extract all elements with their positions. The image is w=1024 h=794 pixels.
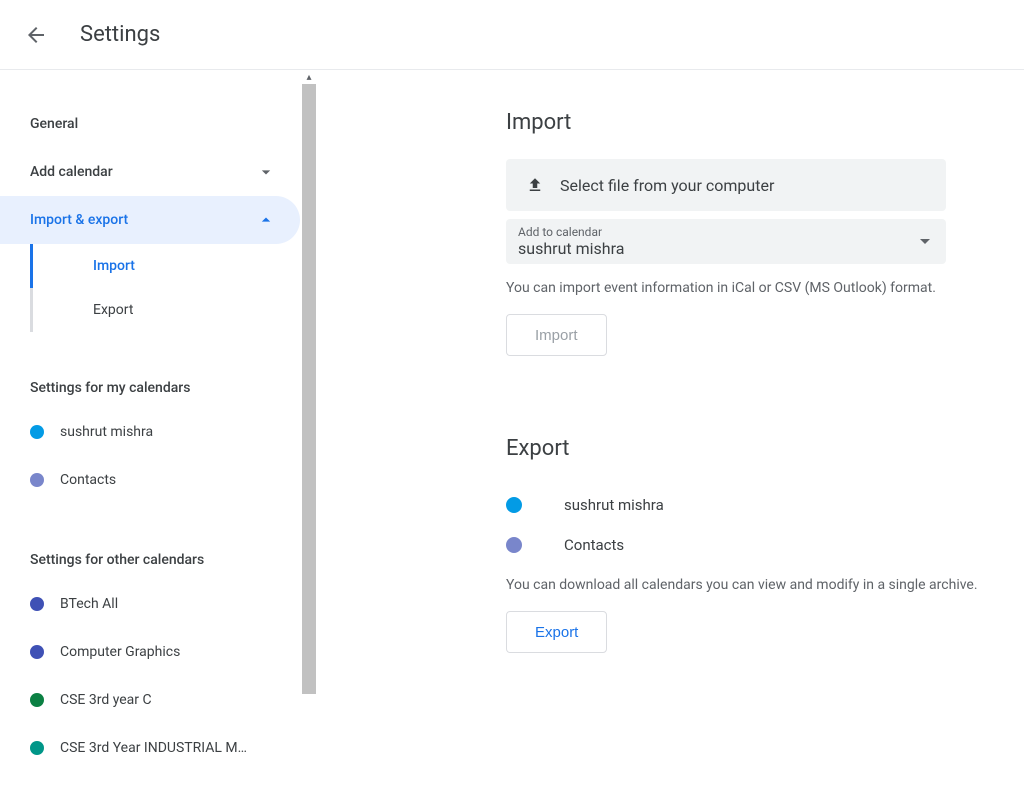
calendar-dot-icon [30,425,44,439]
export-cal-contacts: Contacts [506,525,1024,565]
back-button[interactable] [16,15,56,55]
export-cal-sushrut-label: sushrut mishra [564,496,664,514]
other-calendars-header: Settings for other calendars [0,504,300,580]
sidebar: General Add calendar Import & export Imp… [0,100,300,772]
nav-sub-export[interactable]: Export [30,288,300,332]
import-button[interactable]: Import [506,314,607,356]
export-section: Export sushrut mishra Contacts You can d… [506,436,1024,653]
nav-sub-import[interactable]: Import [30,244,300,288]
main-content: Import Select file from your computer Ad… [316,70,1024,794]
other-cal-graphics[interactable]: Computer Graphics [0,628,300,676]
my-calendars-header: Settings for my calendars [0,332,300,408]
import-hint: You can import event information in iCal… [506,280,1024,296]
calendar-dot-icon [30,645,44,659]
export-cal-sushrut: sushrut mishra [506,485,1024,525]
file-select-button[interactable]: Select file from your computer [506,159,946,211]
sidebar-scroll[interactable]: ▴ General Add calendar Import & export I… [0,70,316,794]
export-hint: You can download all calendars you can v… [506,577,1024,593]
import-section: Import Select file from your computer Ad… [506,110,1024,356]
nav-add-calendar-label: Add calendar [30,164,113,180]
my-cal-contacts-label: Contacts [60,472,116,488]
other-cal-btech-label: BTech All [60,596,118,612]
arrow-back-icon [24,23,48,47]
other-cal-btech[interactable]: BTech All [0,580,300,628]
my-cal-sushrut-label: sushrut mishra [60,424,153,440]
nav-import-export[interactable]: Import & export [0,196,300,244]
other-cal-cse3ind-label: CSE 3rd Year INDUSTRIAL M… [60,740,247,756]
calendar-dot-icon [30,597,44,611]
export-button[interactable]: Export [506,611,607,653]
calendar-dot-icon [30,693,44,707]
other-cal-cse3c[interactable]: CSE 3rd year C [0,676,300,724]
export-cal-contacts-label: Contacts [564,536,624,554]
calendar-dot-icon [506,537,522,553]
nav-sub-import-label: Import [93,258,135,274]
nav-general-label: General [30,116,78,132]
nav-sub-export-label: Export [93,302,133,318]
dropdown-label: Add to calendar [518,225,624,239]
other-cal-cse3c-label: CSE 3rd year C [60,692,152,708]
file-select-label: Select file from your computer [560,176,774,195]
dropdown-arrow-icon [920,239,930,244]
chevron-down-icon [256,162,276,182]
header: Settings [0,0,1024,70]
page-title: Settings [80,22,160,47]
import-title: Import [506,110,1024,135]
other-cal-graphics-label: Computer Graphics [60,644,180,660]
calendar-dot-icon [506,497,522,513]
nav-import-export-label: Import & export [30,212,128,228]
upload-icon [526,176,544,194]
add-to-calendar-dropdown[interactable]: Add to calendar sushrut mishra [506,219,946,264]
nav-add-calendar[interactable]: Add calendar [0,148,300,196]
export-title: Export [506,436,1024,461]
other-cal-cse3ind[interactable]: CSE 3rd Year INDUSTRIAL M… [0,724,300,772]
calendar-dot-icon [30,741,44,755]
content-area: ▴ General Add calendar Import & export I… [0,70,1024,794]
my-cal-contacts[interactable]: Contacts [0,456,300,504]
chevron-up-icon [256,210,276,230]
nav-general[interactable]: General [0,100,300,148]
my-cal-sushrut[interactable]: sushrut mishra [0,408,300,456]
dropdown-value: sushrut mishra [518,239,624,258]
calendar-dot-icon [30,473,44,487]
